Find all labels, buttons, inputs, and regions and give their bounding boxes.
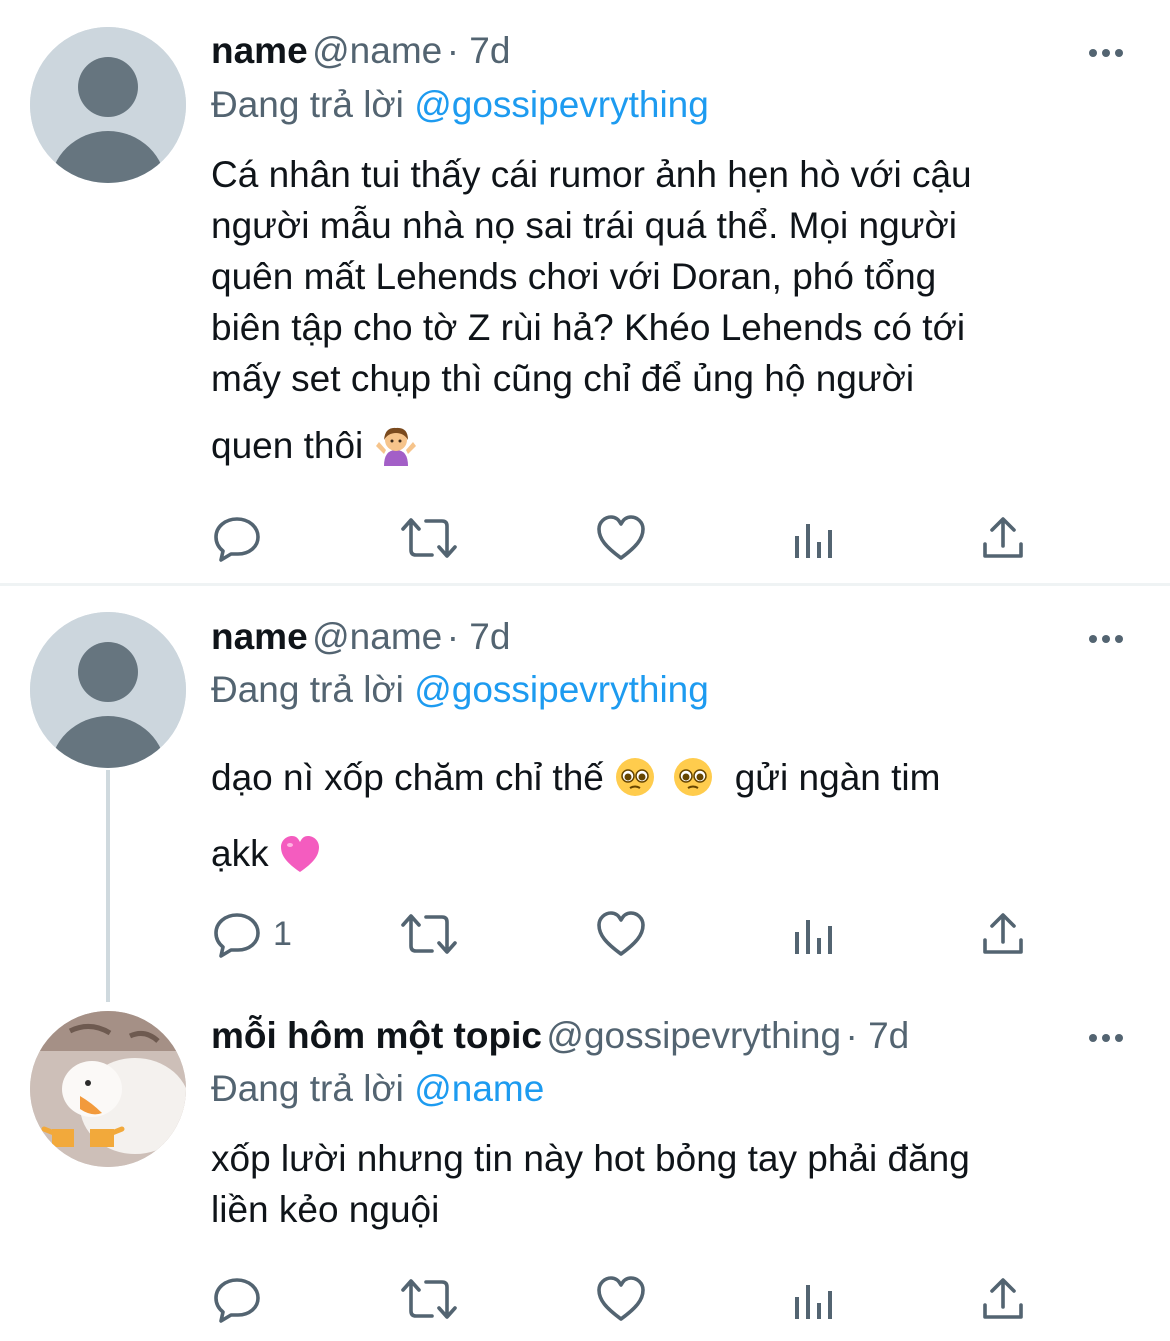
handle[interactable]: @gossipevrything (546, 1015, 841, 1056)
analytics-button[interactable] (791, 1273, 835, 1325)
replying-prefix: Đang trả lời (211, 669, 404, 710)
more-icon[interactable] (1086, 1023, 1126, 1053)
timestamp[interactable]: · 7d (846, 1015, 910, 1056)
person-shrugging-emoji (374, 426, 418, 479)
share-button[interactable] (981, 1273, 1025, 1325)
reply-button[interactable]: 1 (213, 908, 292, 960)
reply-button[interactable] (213, 1273, 273, 1325)
analytics-button[interactable] (791, 512, 835, 564)
tweet-header: name @name · 7d (211, 616, 1170, 660)
reply-icon (214, 1278, 260, 1323)
display-name[interactable]: name (211, 616, 308, 657)
retweet-button[interactable] (399, 512, 459, 564)
tweet-text: Cá nhân tui thấy cái rumor ảnh hẹn hò vớ… (211, 149, 1131, 479)
handle[interactable]: @name (312, 30, 442, 71)
avatar[interactable] (30, 27, 186, 183)
replying-prefix: Đang trả lời (211, 1068, 404, 1109)
replying-mention[interactable]: @gossipevrything (414, 84, 709, 125)
tweet-text-part: ạkk (211, 833, 269, 874)
like-icon (597, 911, 645, 956)
analytics-icon (795, 1285, 832, 1319)
reply-count: 1 (273, 914, 292, 953)
analytics-icon (795, 524, 832, 558)
tweet-actions (211, 512, 1041, 564)
tweet-3[interactable]: mỗi hôm một topic @gossipevrything · 7d … (0, 1005, 1170, 1341)
like-icon (597, 515, 645, 560)
pink-heart-emoji (279, 830, 321, 894)
replying-to: Đang trả lời @gossipevrything (211, 669, 709, 711)
default-avatar-icon (30, 27, 186, 183)
pleading-face-emoji (672, 754, 714, 818)
tweet-line: mấy set chụp thì cũng chỉ để ủng hộ ngườ… (211, 358, 915, 399)
tweet-header: name @name · 7d (211, 30, 1170, 74)
analytics-icon (795, 920, 832, 954)
replying-to: Đang trả lời @gossipevrything (211, 84, 709, 126)
display-name[interactable]: name (211, 30, 308, 71)
more-icon[interactable] (1086, 624, 1126, 654)
tweet-line: biên tập cho tờ Z rùi hả? Khéo Lehends c… (211, 307, 966, 348)
reply-icon (214, 517, 260, 562)
tweet-line: quên mất Lehends chơi với Doran, phó tổn… (211, 256, 937, 297)
avatar[interactable] (30, 612, 186, 768)
share-icon (983, 1278, 1023, 1319)
replying-prefix: Đang trả lời (211, 84, 404, 125)
tweet-line: xốp lười nhưng tin này hot bỏng tay phải… (211, 1138, 970, 1179)
pleading-face-emoji (614, 754, 656, 818)
tweet-1[interactable]: name @name · 7d Đang trả lời @gossipevry… (0, 0, 1170, 585)
more-icon[interactable] (1086, 38, 1126, 68)
tweet-text-part: gửi ngàn tim (734, 757, 941, 798)
like-button[interactable] (596, 908, 646, 960)
tweet-text-part: dạo nì xốp chăm chỉ thế (211, 757, 604, 798)
timestamp[interactable]: · 7d (447, 616, 511, 657)
like-icon (597, 1276, 645, 1321)
tweet-2[interactable]: name @name · 7d Đang trả lời @gossipevry… (0, 590, 1170, 1000)
like-button[interactable] (596, 1273, 646, 1325)
avatar[interactable] (30, 1011, 186, 1167)
reply-button[interactable] (213, 512, 273, 564)
share-icon (983, 517, 1023, 558)
default-avatar-icon (30, 612, 186, 768)
retweet-icon (401, 1279, 457, 1319)
tweet-line: dạo nì xốp chăm chỉ thế gửi ngàn tim (211, 746, 1131, 818)
retweet-button[interactable] (399, 1273, 459, 1325)
tweet-header: mỗi hôm một topic @gossipevrything · 7d (211, 1015, 1170, 1059)
tweet-line: người mẫu nhà nọ sai trái quá thể. Mọi n… (211, 205, 957, 246)
duck-avatar-icon (30, 1011, 186, 1167)
timestamp[interactable]: · 7d (447, 30, 511, 71)
share-button[interactable] (981, 908, 1025, 960)
tweet-line: liền kẻo nguội (211, 1189, 440, 1230)
tweet-divider (0, 583, 1170, 586)
retweet-icon (401, 914, 457, 954)
tweet-text: xốp lười nhưng tin này hot bỏng tay phải… (211, 1133, 1131, 1235)
share-icon (983, 913, 1023, 954)
replying-mention[interactable]: @name (414, 1068, 544, 1109)
tweet-actions: 1 (211, 908, 1041, 960)
retweet-button[interactable] (399, 908, 459, 960)
display-name[interactable]: mỗi hôm một topic (211, 1015, 542, 1056)
analytics-button[interactable] (791, 908, 835, 960)
replying-mention[interactable]: @gossipevrything (414, 669, 709, 710)
replying-to: Đang trả lời @name (211, 1068, 544, 1110)
tweet-actions (211, 1273, 1041, 1325)
tweet-line: ạkk (211, 822, 1131, 894)
reply-icon (214, 913, 260, 958)
tweet-line: Cá nhân tui thấy cái rumor ảnh hẹn hò vớ… (211, 154, 972, 195)
handle[interactable]: @name (312, 616, 442, 657)
tweet-line-last: quen thôi (211, 420, 1131, 479)
tweet-text: dạo nì xốp chăm chỉ thế gửi ngàn tim ạkk (211, 746, 1131, 894)
like-button[interactable] (596, 512, 646, 564)
share-button[interactable] (981, 512, 1025, 564)
tweet-line: quen thôi (211, 425, 364, 466)
retweet-icon (401, 518, 457, 558)
